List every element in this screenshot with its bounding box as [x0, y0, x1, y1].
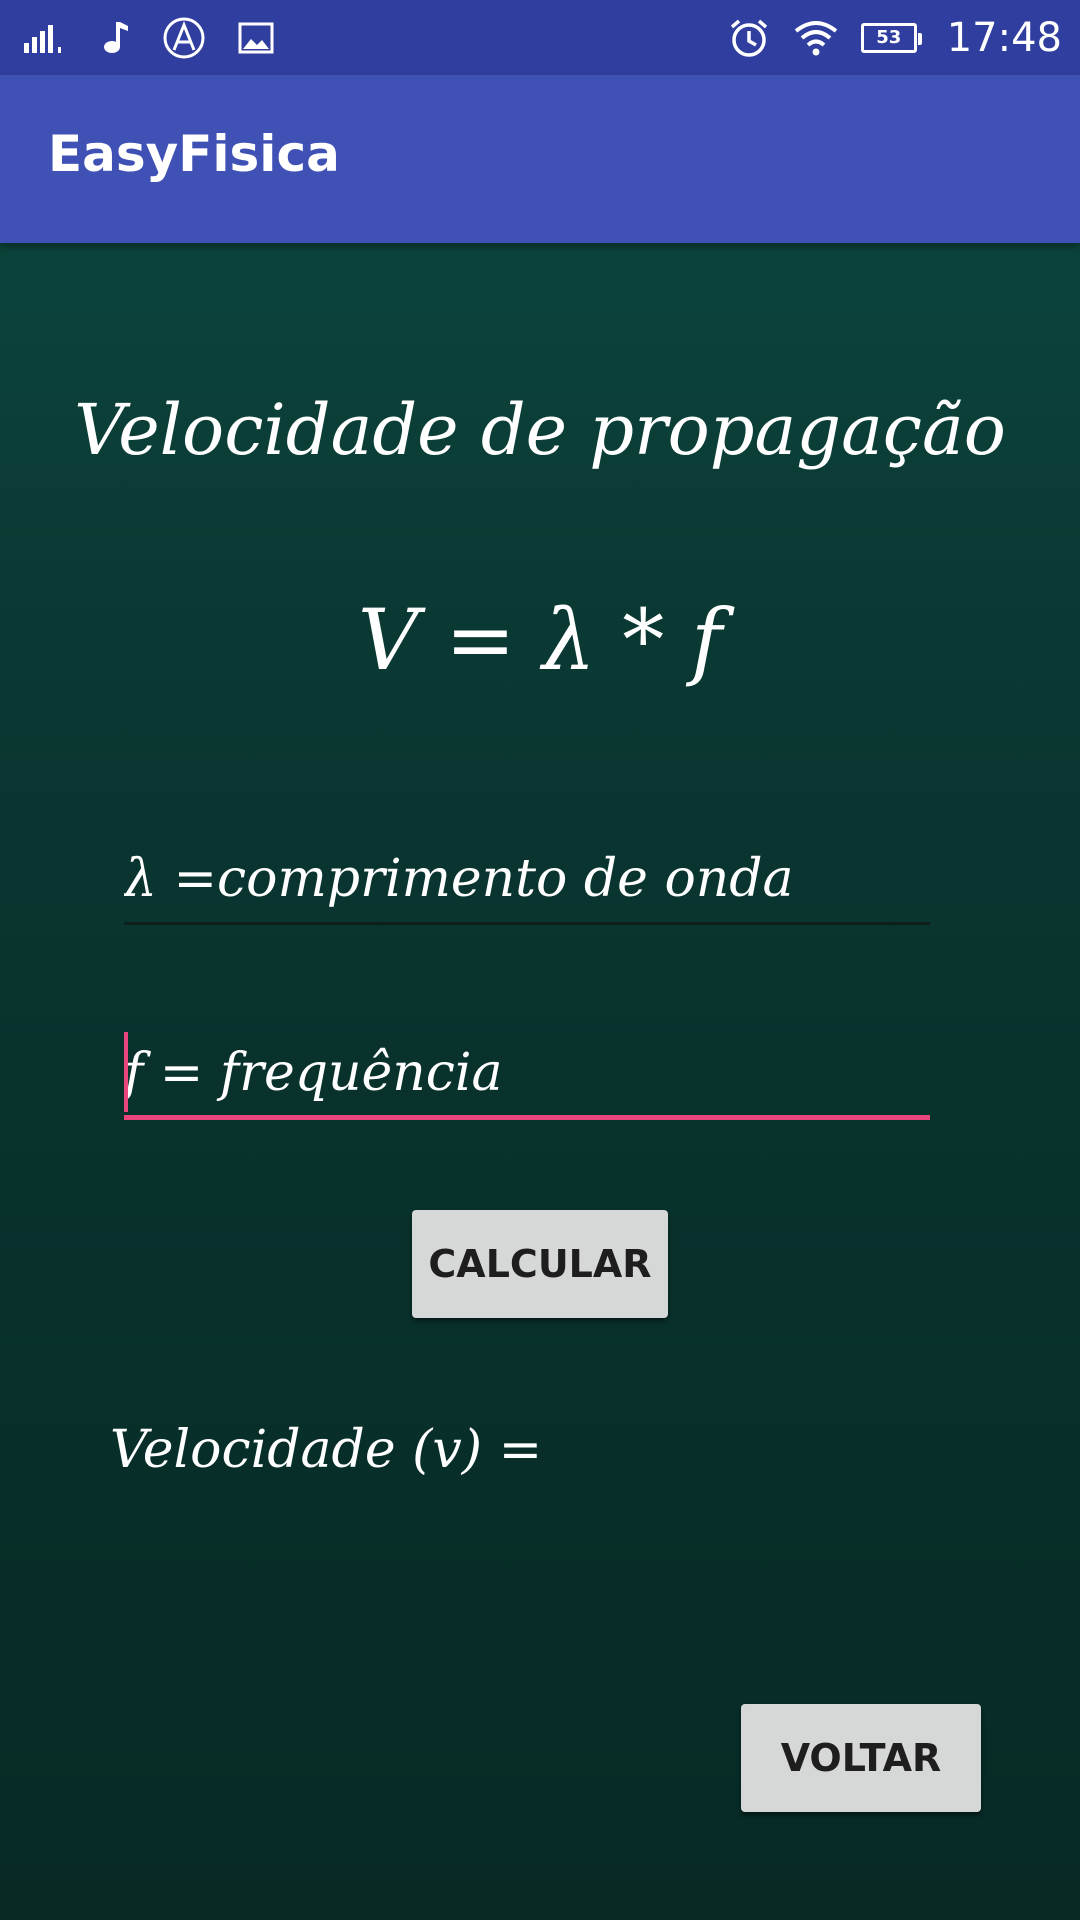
wavelength-field[interactable] — [124, 835, 930, 925]
status-bar: 53 17:48 — [0, 0, 1080, 75]
music-note-icon — [100, 20, 130, 56]
app-title: EasyFisica — [48, 125, 340, 183]
wavelength-input[interactable] — [124, 835, 930, 922]
app-bar: EasyFisica — [0, 75, 1080, 243]
page-heading: Velocidade de propagação — [74, 389, 1006, 471]
battery-icon: 53 — [860, 22, 922, 53]
text-cursor — [124, 1032, 128, 1112]
velocity-result-label: Velocidade (v) = — [110, 1420, 543, 1480]
battery-level: 53 — [876, 27, 902, 48]
alarm-icon — [727, 16, 771, 60]
screen: 53 17:48 EasyFisica Velocidade de propag… — [0, 0, 1080, 1920]
wifi-icon — [793, 19, 839, 57]
back-button[interactable]: VOLTAR — [741, 1704, 981, 1812]
signal-icon — [24, 23, 68, 53]
status-right-icons: 53 17:48 — [727, 0, 1062, 75]
status-left-icons — [24, 0, 274, 75]
status-time: 17:48 — [946, 14, 1062, 61]
calculate-button[interactable]: CALCULAR — [412, 1210, 668, 1318]
image-icon — [238, 22, 274, 54]
frequency-input[interactable] — [124, 1030, 930, 1115]
app-a-icon — [162, 16, 206, 60]
formula-text: V = λ * f — [357, 591, 723, 689]
frequency-field[interactable] — [124, 1030, 930, 1120]
